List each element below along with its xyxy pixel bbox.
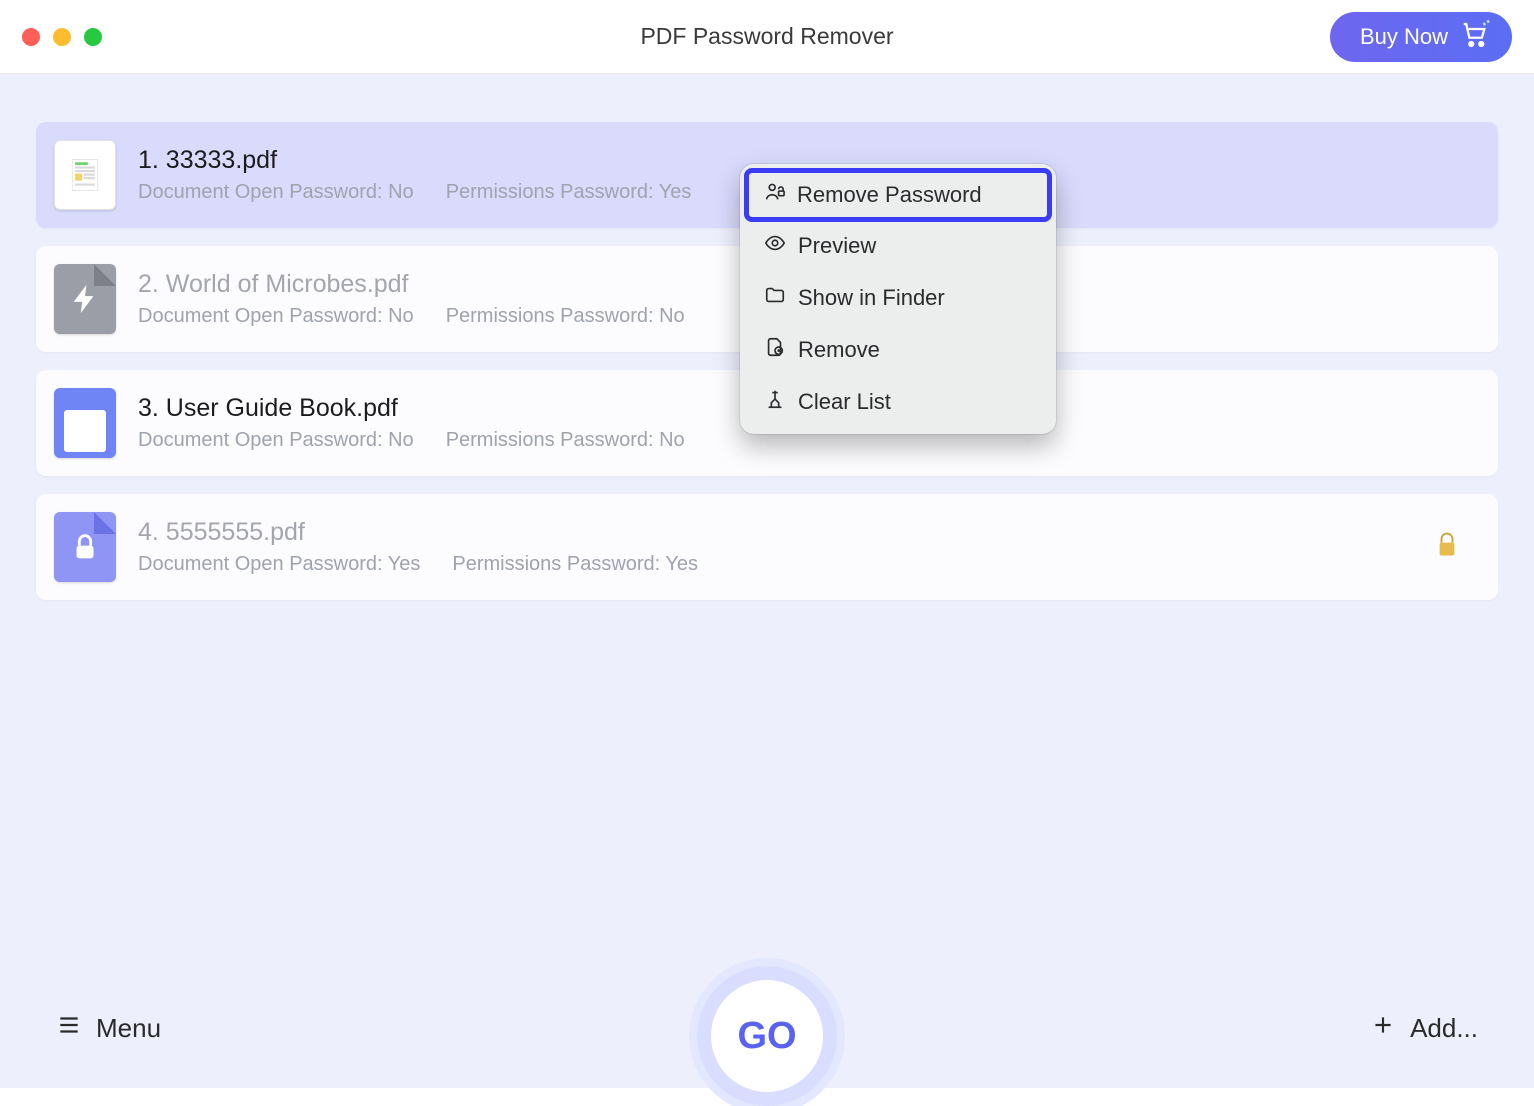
file-main: 2. World of Microbes.pdf Document Open P… (138, 270, 685, 328)
context-menu: Remove Password Preview Show in Finder R… (740, 164, 1056, 434)
broom-icon (764, 388, 786, 416)
context-menu-label: Preview (798, 233, 876, 259)
open-password-label: Document Open Password: Yes (138, 553, 420, 576)
file-row[interactable]: 4. 5555555.pdf Document Open Password: Y… (36, 494, 1498, 600)
buy-now-button[interactable]: Buy Now (1330, 12, 1512, 62)
unlock-person-icon (763, 181, 785, 209)
window-maximize-button[interactable] (84, 28, 102, 46)
file-meta: Document Open Password: No Permissions P… (138, 181, 691, 204)
file-meta: Document Open Password: Yes Permissions … (138, 553, 698, 576)
main-area: 1. 33333.pdf Document Open Password: No … (0, 74, 1534, 1088)
context-menu-show-in-finder[interactable]: Show in Finder (746, 272, 1050, 324)
context-menu-label: Remove Password (797, 182, 982, 208)
permissions-password-label: Permissions Password: No (446, 305, 685, 328)
file-thumbnail-icon (54, 140, 116, 210)
app-title: PDF Password Remover (0, 23, 1534, 50)
file-title: 2. World of Microbes.pdf (138, 270, 685, 299)
add-label: Add... (1410, 1013, 1478, 1044)
file-meta: Document Open Password: No Permissions P… (138, 305, 685, 328)
file-title: 3. User Guide Book.pdf (138, 394, 685, 423)
file-main: 4. 5555555.pdf Document Open Password: Y… (138, 518, 698, 576)
eye-icon (764, 232, 786, 260)
permissions-password-label: Permissions Password: No (446, 429, 685, 452)
folder-icon (764, 284, 786, 312)
add-button[interactable]: Add... (1370, 1012, 1478, 1045)
lock-icon (1436, 532, 1458, 563)
window-close-button[interactable] (22, 28, 40, 46)
menu-label: Menu (96, 1013, 161, 1044)
titlebar: PDF Password Remover Buy Now (0, 0, 1534, 74)
context-menu-remove-password[interactable]: Remove Password (744, 168, 1052, 222)
buy-now-label: Buy Now (1360, 24, 1448, 50)
file-main: 3. User Guide Book.pdf Document Open Pas… (138, 394, 685, 452)
window-minimize-button[interactable] (53, 28, 71, 46)
file-thumbnail-icon (54, 388, 116, 458)
file-thumbnail-icon (54, 264, 116, 334)
go-button[interactable]: GO (697, 966, 837, 1106)
permissions-password-label: Permissions Password: Yes (452, 553, 698, 576)
open-password-label: Document Open Password: No (138, 181, 414, 204)
bottom-bar: Menu GO Add... (0, 968, 1534, 1088)
context-menu-clear-list[interactable]: Clear List (746, 376, 1050, 428)
context-menu-label: Clear List (798, 389, 891, 415)
context-menu-label: Show in Finder (798, 285, 945, 311)
file-meta: Document Open Password: No Permissions P… (138, 429, 685, 452)
hamburger-icon (56, 1012, 82, 1045)
permissions-password-label: Permissions Password: Yes (446, 181, 692, 204)
menu-button[interactable]: Menu (56, 1012, 161, 1045)
file-title: 1. 33333.pdf (138, 146, 691, 175)
file-remove-icon (764, 336, 786, 364)
context-menu-label: Remove (798, 337, 880, 363)
context-menu-remove[interactable]: Remove (746, 324, 1050, 376)
file-thumbnail-icon (54, 512, 116, 582)
file-main: 1. 33333.pdf Document Open Password: No … (138, 146, 691, 204)
go-label: GO (737, 1015, 796, 1058)
context-menu-preview[interactable]: Preview (746, 220, 1050, 272)
plus-icon (1370, 1012, 1396, 1045)
file-title: 4. 5555555.pdf (138, 518, 698, 547)
open-password-label: Document Open Password: No (138, 305, 414, 328)
open-password-label: Document Open Password: No (138, 429, 414, 452)
traffic-lights (22, 28, 102, 46)
shopping-cart-icon (1460, 19, 1490, 55)
